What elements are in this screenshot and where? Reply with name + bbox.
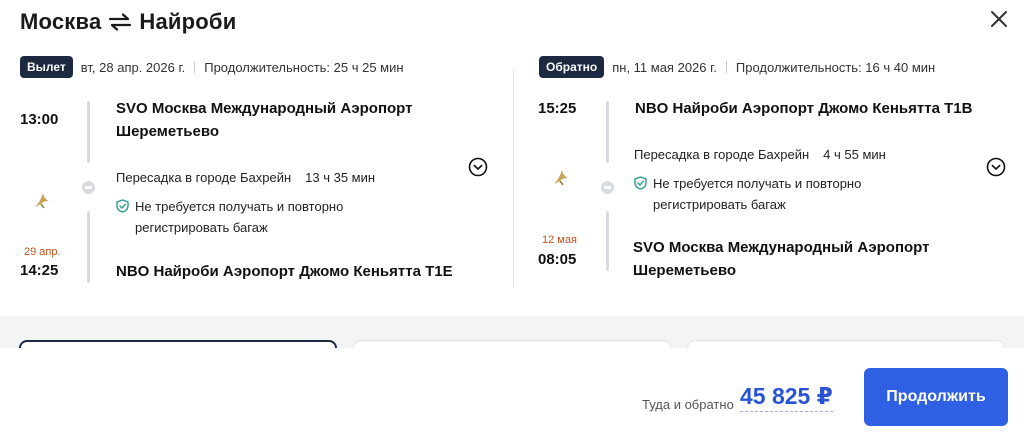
transfer-duration: 13 ч 35 мин — [305, 170, 376, 185]
chevron-down-icon[interactable] — [986, 157, 1006, 177]
outbound-depart-station: SVO Москва Международный Аэропорт Шереме… — [116, 97, 412, 143]
outbound-header: Вылет вт, 28 апр. 2026 г. Продолжительно… — [20, 56, 404, 78]
return-duration: Продолжительность: 16 ч 40 мин — [735, 59, 936, 75]
baggage-line: Не требуется получать и повторно — [653, 176, 862, 191]
station-line: SVO Москва Международный Аэропорт — [116, 100, 413, 117]
transfer-city: Пересадка в городе Бахрейн — [634, 147, 810, 162]
timeline-line — [606, 211, 609, 271]
transfer-city: Пересадка в городе Бахрейн — [116, 170, 292, 185]
shield-check-icon — [116, 199, 129, 213]
price-label: Туда и обратно — [642, 397, 734, 412]
return-arrive-date: 12 мая — [542, 234, 577, 246]
station-line: SVO Москва Международный Аэропорт — [633, 239, 930, 256]
return-depart-station: NBO Найроби Аэропорт Джомо Кеньятта T1B — [635, 100, 973, 117]
chevron-down-icon[interactable] — [468, 157, 488, 177]
continue-button[interactable]: Продолжить — [864, 368, 1008, 426]
origin-city: Москва — [20, 9, 102, 34]
gulf-air-logo-icon — [554, 170, 568, 186]
outbound-arrive-station: NBO Найроби Аэропорт Джомо Кеньятта T1E — [116, 263, 453, 280]
outbound-duration: Продолжительность: 25 ч 25 мин — [204, 59, 404, 75]
transfer-dot — [601, 181, 614, 194]
outbound-badge: Вылет — [20, 56, 73, 78]
separator — [194, 61, 196, 73]
transfer-duration: 4 ч 55 мин — [823, 147, 886, 162]
station-line: Шереметьево — [633, 262, 737, 279]
return-date: пн, 11 мая 2026 г. — [612, 59, 717, 75]
gulf-air-logo-icon — [35, 193, 49, 209]
station-line: Шереметьево — [116, 123, 220, 140]
total-price[interactable]: 45 825 ₽ — [740, 383, 833, 412]
baggage-line: регистрировать багаж — [653, 197, 786, 212]
separator — [725, 61, 727, 73]
timeline-line — [87, 101, 90, 163]
outbound-date: вт, 28 апр. 2026 г. — [80, 59, 186, 75]
outbound-baggage-note: Не требуется получать и повторно регистр… — [135, 196, 343, 238]
return-transfer: Пересадка в городе Бахрейн 4 ч 55 мин — [634, 147, 886, 162]
timeline-line — [87, 211, 90, 283]
return-depart-time: 15:25 — [538, 100, 577, 117]
shield-check-icon — [634, 176, 647, 190]
outbound-arrive-date: 29 апр. — [24, 246, 61, 258]
outbound-transfer: Пересадка в городе Бахрейн 13 ч 35 мин — [116, 170, 375, 185]
timeline-line — [606, 101, 609, 163]
return-badge: Обратно — [539, 56, 605, 78]
return-arrive-station: SVO Москва Международный Аэропорт Шереме… — [633, 236, 929, 282]
route-title: Москва Найроби — [20, 9, 236, 35]
baggage-line: регистрировать багаж — [135, 220, 268, 235]
outbound-arrive-time: 14:25 — [20, 262, 59, 279]
return-header: Обратно пн, 11 мая 2026 г. Продолжительн… — [539, 56, 935, 78]
destination-city: Найроби — [139, 9, 237, 34]
baggage-line: Не требуется получать и повторно — [135, 199, 344, 214]
close-icon[interactable] — [988, 8, 1010, 30]
return-baggage-note: Не требуется получать и повторно регистр… — [653, 173, 861, 215]
segment-divider — [513, 70, 514, 288]
outbound-depart-time: 13:00 — [20, 111, 59, 128]
return-arrive-time: 08:05 — [538, 251, 577, 268]
transfer-dot — [82, 181, 95, 194]
round-trip-arrows-icon — [109, 13, 132, 31]
